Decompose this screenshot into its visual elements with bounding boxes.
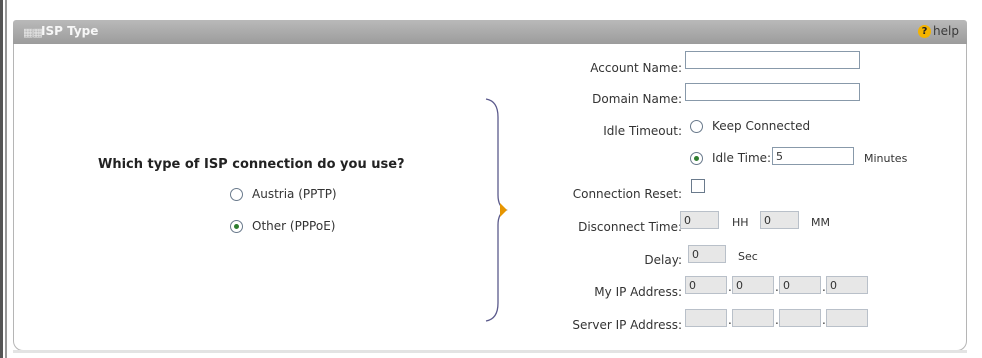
option-idle-time[interactable]: Idle Time:	[690, 151, 771, 165]
help-icon: ?	[918, 24, 932, 38]
radio-idle-time[interactable]	[690, 151, 703, 165]
radio-austria-pptp[interactable]	[230, 187, 243, 201]
domain-name-label: Domain Name:	[592, 92, 682, 106]
domain-name-input[interactable]	[685, 83, 860, 101]
idle-time-label: Idle Time:	[712, 151, 772, 165]
option-other-pppoe[interactable]: Other (PPPoE)	[230, 219, 335, 233]
idle-timeout-label: Idle Timeout:	[603, 124, 682, 138]
help-link[interactable]: ? help	[918, 24, 959, 38]
isp-question: Which type of ISP connection do you use?	[98, 157, 405, 172]
my-ip-octet-2[interactable]	[732, 276, 774, 294]
my-ip-octet-3[interactable]	[779, 276, 821, 294]
my-ip-label: My IP Address:	[594, 285, 682, 299]
server-ip-label: Server IP Address:	[572, 318, 682, 332]
delay-input[interactable]	[688, 245, 726, 263]
idle-time-input[interactable]	[772, 147, 854, 165]
arrow-icon	[500, 203, 507, 217]
mm-unit: MM	[811, 216, 830, 229]
minutes-unit: Minutes	[864, 152, 908, 165]
account-name-label: Account Name:	[590, 61, 682, 75]
disconnect-hh-input[interactable]	[680, 211, 719, 229]
section-title: ISP Type	[41, 24, 99, 38]
bracket-icon	[485, 98, 508, 322]
left-border-inner	[5, 0, 7, 358]
radio-keep-connected[interactable]	[690, 119, 703, 133]
connection-reset-label: Connection Reset:	[572, 187, 682, 201]
sec-unit: Sec	[738, 250, 758, 263]
server-ip-octet-1[interactable]	[685, 309, 727, 327]
disconnect-mm-input[interactable]	[760, 211, 799, 229]
my-ip-octet-4[interactable]	[826, 276, 868, 294]
left-border	[0, 0, 3, 358]
option-austria-label: Austria (PPTP)	[252, 187, 337, 201]
panel-shadow	[13, 350, 967, 353]
radio-other-pppoe[interactable]	[230, 219, 243, 233]
hh-unit: HH	[732, 216, 749, 229]
help-label: help	[933, 24, 959, 38]
server-ip-octet-3[interactable]	[779, 309, 821, 327]
connection-reset-checkbox[interactable]	[691, 179, 705, 193]
account-name-input[interactable]	[685, 51, 860, 69]
server-ip-octet-4[interactable]	[826, 309, 868, 327]
disconnect-time-label: Disconnect Time:	[578, 220, 682, 234]
delay-label: Delay:	[644, 253, 682, 267]
server-ip-octet-2[interactable]	[732, 309, 774, 327]
option-keep-connected[interactable]: Keep Connected	[690, 119, 810, 133]
option-austria-pptp[interactable]: Austria (PPTP)	[230, 187, 337, 201]
my-ip-octet-1[interactable]	[685, 276, 727, 294]
keep-connected-label: Keep Connected	[712, 119, 811, 133]
grip-icon: ▦▦	[23, 26, 43, 39]
section-header: ▦▦ ISP Type ? help	[13, 20, 967, 44]
option-other-label: Other (PPPoE)	[252, 219, 336, 233]
